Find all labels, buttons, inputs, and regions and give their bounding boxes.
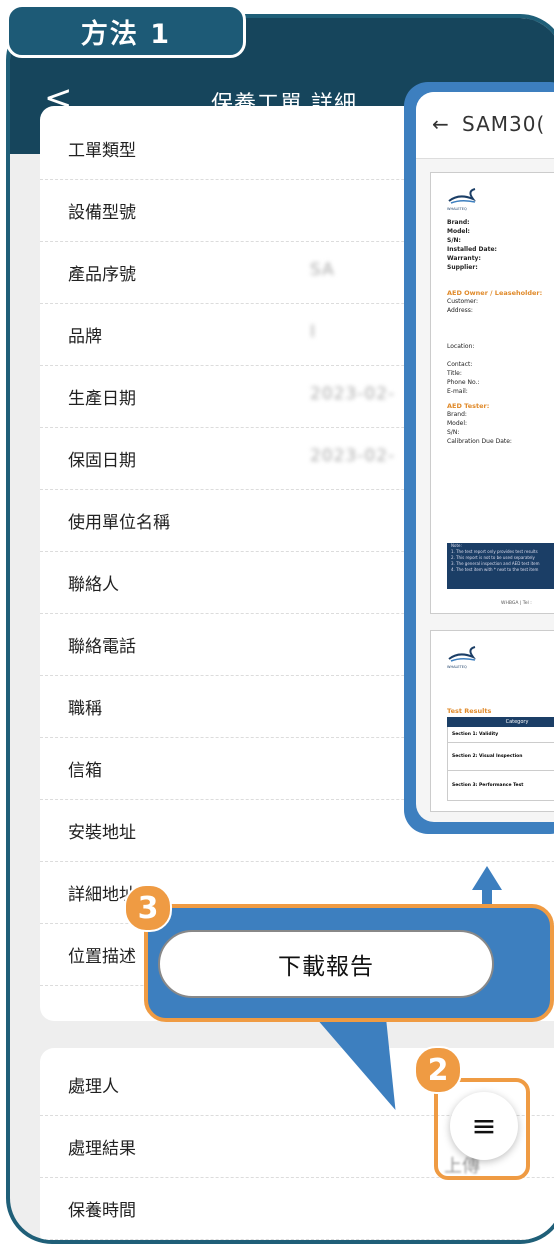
table-header: Category: [447, 717, 554, 727]
report-field-label: Warranty:: [447, 255, 481, 262]
download-report-button[interactable]: 下載報告: [158, 930, 494, 998]
owner-heading: AED Owner / Leaseholder:: [447, 289, 543, 297]
report-field-label: Customer:: [447, 298, 479, 305]
report-field-label: Installed Date:: [447, 246, 497, 253]
report-field-label: Model:: [447, 420, 468, 427]
report-field-label: Phone No.:: [447, 379, 480, 386]
note-line: 4. The test item with * next to the test…: [451, 567, 539, 572]
report-field-label: Address:: [447, 307, 473, 314]
test-results-heading: Test Results: [447, 707, 492, 715]
detail-label: 使用單位名稱: [68, 513, 170, 533]
method-label: 方法 1: [6, 4, 246, 58]
logo-text: WHALETEQ: [447, 207, 467, 211]
detail-value: I: [310, 322, 317, 342]
detail-label: 產品序號: [68, 265, 136, 285]
step-3-badge: 3: [124, 884, 172, 932]
table-row: Section 2: Visual Inspection: [447, 743, 554, 771]
report-field-label: S/N:: [447, 429, 460, 436]
report-note: Note: 1. The test report only provides te…: [447, 543, 554, 589]
detail-row: 保養時間: [40, 1178, 554, 1240]
table-row: Section 1: Validity: [447, 727, 554, 743]
detail-label: 保固日期: [68, 451, 136, 471]
report-field-label: Supplier:: [447, 264, 478, 271]
detail-label: 設備型號: [68, 203, 136, 223]
report-page-1: WHALETEQ Note: 1. The test report only pr…: [430, 172, 554, 614]
report-field-label: Calibration Due Date:: [447, 438, 512, 445]
report-back-button[interactable]: ←: [432, 112, 449, 136]
step-2-badge: 2: [414, 1046, 462, 1094]
report-preview-frame: ← SAM30( WHALETEQ Note: 1. The test repor…: [404, 82, 554, 834]
report-page-2: WHALETEQ Test Results Category Section 1…: [430, 630, 554, 812]
download-callout: 下載報告: [144, 904, 554, 1022]
report-field-label: Brand:: [447, 411, 467, 418]
menu-icon: ≡: [471, 1108, 497, 1144]
tester-heading: AED Tester:: [447, 402, 490, 410]
report-field-label: Contact:: [447, 361, 473, 368]
detail-label: 信箱: [68, 761, 102, 781]
detail-label: 聯絡電話: [68, 637, 136, 657]
report-field-label: Title:: [447, 370, 462, 377]
detail-label: 處理結果: [68, 1139, 136, 1159]
detail-label: 處理人: [68, 1077, 119, 1097]
logo-text: WHALETEQ: [447, 665, 467, 669]
detail-value: SA: [310, 260, 335, 280]
arrow-up-icon: [472, 866, 502, 890]
detail-label: 職稱: [68, 699, 102, 719]
detail-label: 安裝地址: [68, 823, 136, 843]
menu-button[interactable]: ≡: [450, 1092, 518, 1160]
detail-label: 位置描述: [68, 947, 136, 967]
detail-label: 聯絡人: [68, 575, 119, 595]
report-field-label: Brand:: [447, 219, 470, 226]
report-header: ← SAM30(: [416, 92, 554, 159]
detail-label: 保養時間: [68, 1201, 136, 1221]
report-field-label: Location:: [447, 343, 475, 350]
report-footer: WHBGA | Tel :: [501, 601, 532, 606]
detail-value: 2023-02-: [310, 446, 396, 466]
report-field-label: E-mail:: [447, 388, 468, 395]
report-field-label: Model:: [447, 228, 470, 235]
detail-value: 2023-02-: [310, 384, 396, 404]
detail-label: 工單類型: [68, 141, 136, 161]
table-row: Section 3: Performance Test: [447, 771, 554, 801]
report-field-label: S/N:: [447, 237, 461, 244]
detail-label: 生產日期: [68, 389, 136, 409]
detail-label: 品牌: [68, 327, 102, 347]
report-title: SAM30(: [462, 112, 546, 136]
report-viewer: ← SAM30( WHALETEQ Note: 1. The test repor…: [416, 92, 554, 822]
